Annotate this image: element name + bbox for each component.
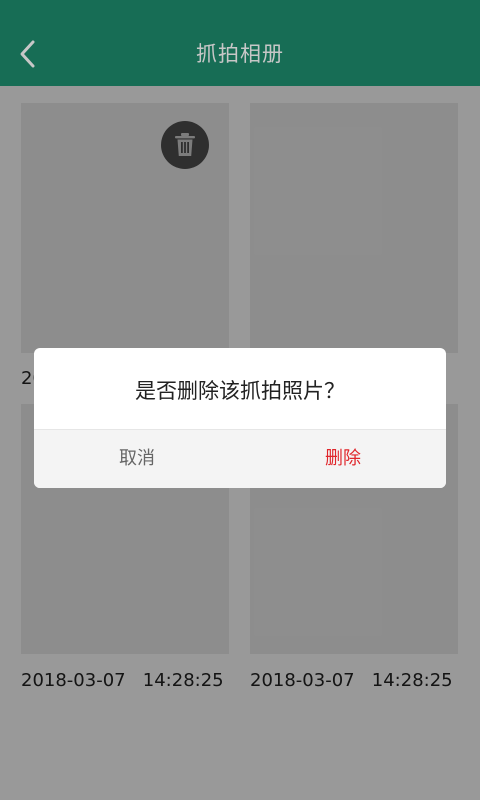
album-screen: 抓拍相册 20 2018-03-07 14:28:25 2018-03-07 1… [0,0,480,800]
delete-confirm-dialog: 是否删除该抓拍照片？ 取消 删除 [34,348,446,488]
dialog-message: 是否删除该抓拍照片？ [135,379,345,403]
dialog-actions: 取消 删除 [34,429,446,488]
cancel-button[interactable]: 取消 [34,430,240,488]
modal-scrim-header [0,0,480,86]
confirm-delete-button[interactable]: 删除 [240,430,446,488]
